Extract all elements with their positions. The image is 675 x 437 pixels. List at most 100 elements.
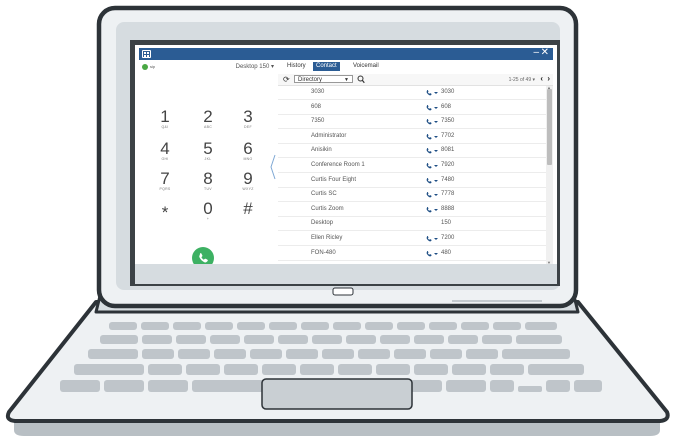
key-hash[interactable]: # [233,200,263,217]
key-9[interactable]: 9 WXYZ [233,170,263,191]
key-2[interactable]: 2 ABC [193,108,223,129]
key-1[interactable]: 1 Q&I [150,108,180,129]
dial-phone-icon[interactable] [426,177,439,187]
key-6[interactable]: 6 MNO [233,140,263,161]
key-letters: MNO [243,157,253,161]
contact-extension: 7200 [441,235,455,241]
call-button[interactable] [192,247,214,264]
contact-name: FON-480 [311,249,336,256]
contact-extension: 7778 [441,191,455,198]
scroll-down-icon[interactable]: ▼ [547,260,551,264]
dialpad-panel: sip Desktop 150 ▾ 1 Q&I 2 ABC 3 DEF 4 GHI 5J… [139,60,278,264]
key-letters: ABC [203,125,213,129]
contact-extension: 7350 [441,118,455,125]
key-3[interactable]: 3 DEF [233,108,263,129]
screen-app: – ✕ sip Desktop 150 ▾ 1 Q&I 2 ABC 3 DEF 4 GH… [139,48,553,264]
minimize-button[interactable]: – [533,48,539,59]
line-select[interactable]: Desktop 150 ▾ [236,63,274,70]
key-7[interactable]: 7 PQRS [150,170,180,191]
key-8[interactable]: 8 TUV [193,170,223,191]
dial-phone-icon[interactable] [426,89,439,99]
contact-row[interactable]: Desktop 150 [278,217,546,232]
contact-row[interactable]: Curtis Zoom 8888 [278,203,546,217]
contact-extension: 8081 [441,147,455,154]
key-0[interactable]: 0 + [193,200,223,221]
contact-name: Anisikin [311,147,332,154]
collapse-panel-handle[interactable] [270,154,276,180]
key-4[interactable]: 4 GHI [150,140,180,161]
tab-history[interactable]: History [284,62,309,71]
presence-status-icon [142,64,148,70]
contact-name: Curtis Four Eight [311,176,357,183]
contact-row[interactable]: 7350 7350 [278,115,546,130]
tab-voicemail[interactable]: Voicemail [350,62,382,71]
key-digit: 8 [203,169,213,188]
scrollbar-thumb[interactable] [547,89,552,165]
pagination-label[interactable]: 1-25 of 49 ▾ [509,76,535,84]
contact-row[interactable]: 608 608 [278,101,546,115]
refresh-icon[interactable]: ⟳ [283,75,290,84]
next-page-icon[interactable]: › [547,74,550,84]
key-digit: 5 [203,139,213,158]
contact-list: 3030 3030 608 608 7350 7350 Administrator 7702 A… [278,86,546,264]
key-digit: 0 [203,199,213,218]
search-icon[interactable] [357,75,365,84]
dial-phone-icon[interactable] [426,235,439,245]
tab-contact[interactable]: Contact [313,62,340,71]
contact-extension: 3030 [441,89,455,95]
key-letters: TUV [204,187,212,191]
dial-phone-icon[interactable] [426,133,439,143]
contact-row[interactable]: Ellen Ricley 7200 [278,232,546,246]
contact-row[interactable]: FON-480 480 [278,247,546,261]
app-logo-icon [142,50,151,58]
dial-phone-icon[interactable] [426,162,439,172]
contact-row[interactable]: Curtis Four Eight 7480 [278,174,546,188]
contact-extension: 7480 [441,176,455,183]
contact-row[interactable]: Curtis SC 7778 [278,188,546,203]
key-5[interactable]: 5 JKL [193,140,223,161]
key-digit: 7 [160,169,170,188]
scrollbar[interactable]: ▲ ▼ [546,85,553,264]
dial-phone-icon[interactable] [426,104,439,114]
contacts-panel: History Contact Voicemail ⟳ Directory ▼ … [278,60,553,264]
contact-name: Curtis Zoom [311,205,344,212]
contact-row[interactable]: Administrator 7702 [278,130,546,144]
toolbar: ⟳ Directory ▼ 1-25 of 49 ▾ ‹ › [278,74,553,86]
contact-extension: 7920 [441,162,455,168]
contact-row[interactable]: 3030 3030 [278,86,546,100]
contact-row[interactable]: Conference Room 1 7920 [278,159,546,173]
dial-phone-icon[interactable] [426,206,439,216]
contact-extension: 150 [441,220,452,227]
key-letters: DEF [244,125,252,129]
phone-icon [199,253,208,263]
key-digit: 6 [243,139,253,158]
key-star[interactable]: * [150,204,180,221]
dial-phone-icon[interactable] [426,118,439,128]
directory-select[interactable]: Directory ▼ [294,75,353,83]
directory-select-value: Directory [298,77,323,83]
key-letters: + [206,217,210,221]
title-bar: – ✕ [139,48,553,60]
dial-phone-icon[interactable] [426,147,439,157]
contact-extension: 8888 [441,205,455,212]
key-digit: * [161,203,169,222]
key-letters: PQRS [159,187,171,191]
tab-bar: History Contact Voicemail [278,60,553,71]
contact-name: Desktop [311,220,334,227]
prev-page-icon[interactable]: ‹ [540,74,543,84]
close-button[interactable]: ✕ [541,48,549,59]
key-letters: JKL [204,157,212,161]
dial-phone-icon[interactable] [426,250,439,260]
dial-phone-icon[interactable] [426,191,439,201]
contact-name: 7350 [311,118,325,125]
key-digit: 4 [160,139,170,158]
contact-row[interactable]: Anisikin 8081 [278,144,546,159]
contact-extension: 608 [441,103,452,110]
key-letters: GHI [161,157,169,161]
contact-name: Conference Room 1 [311,162,365,168]
key-digit: 3 [243,107,253,126]
key-digit: # [243,199,253,218]
contact-extension: 480 [441,249,452,256]
presence-status-text: sip [150,64,156,69]
key-digit: 2 [203,107,213,126]
